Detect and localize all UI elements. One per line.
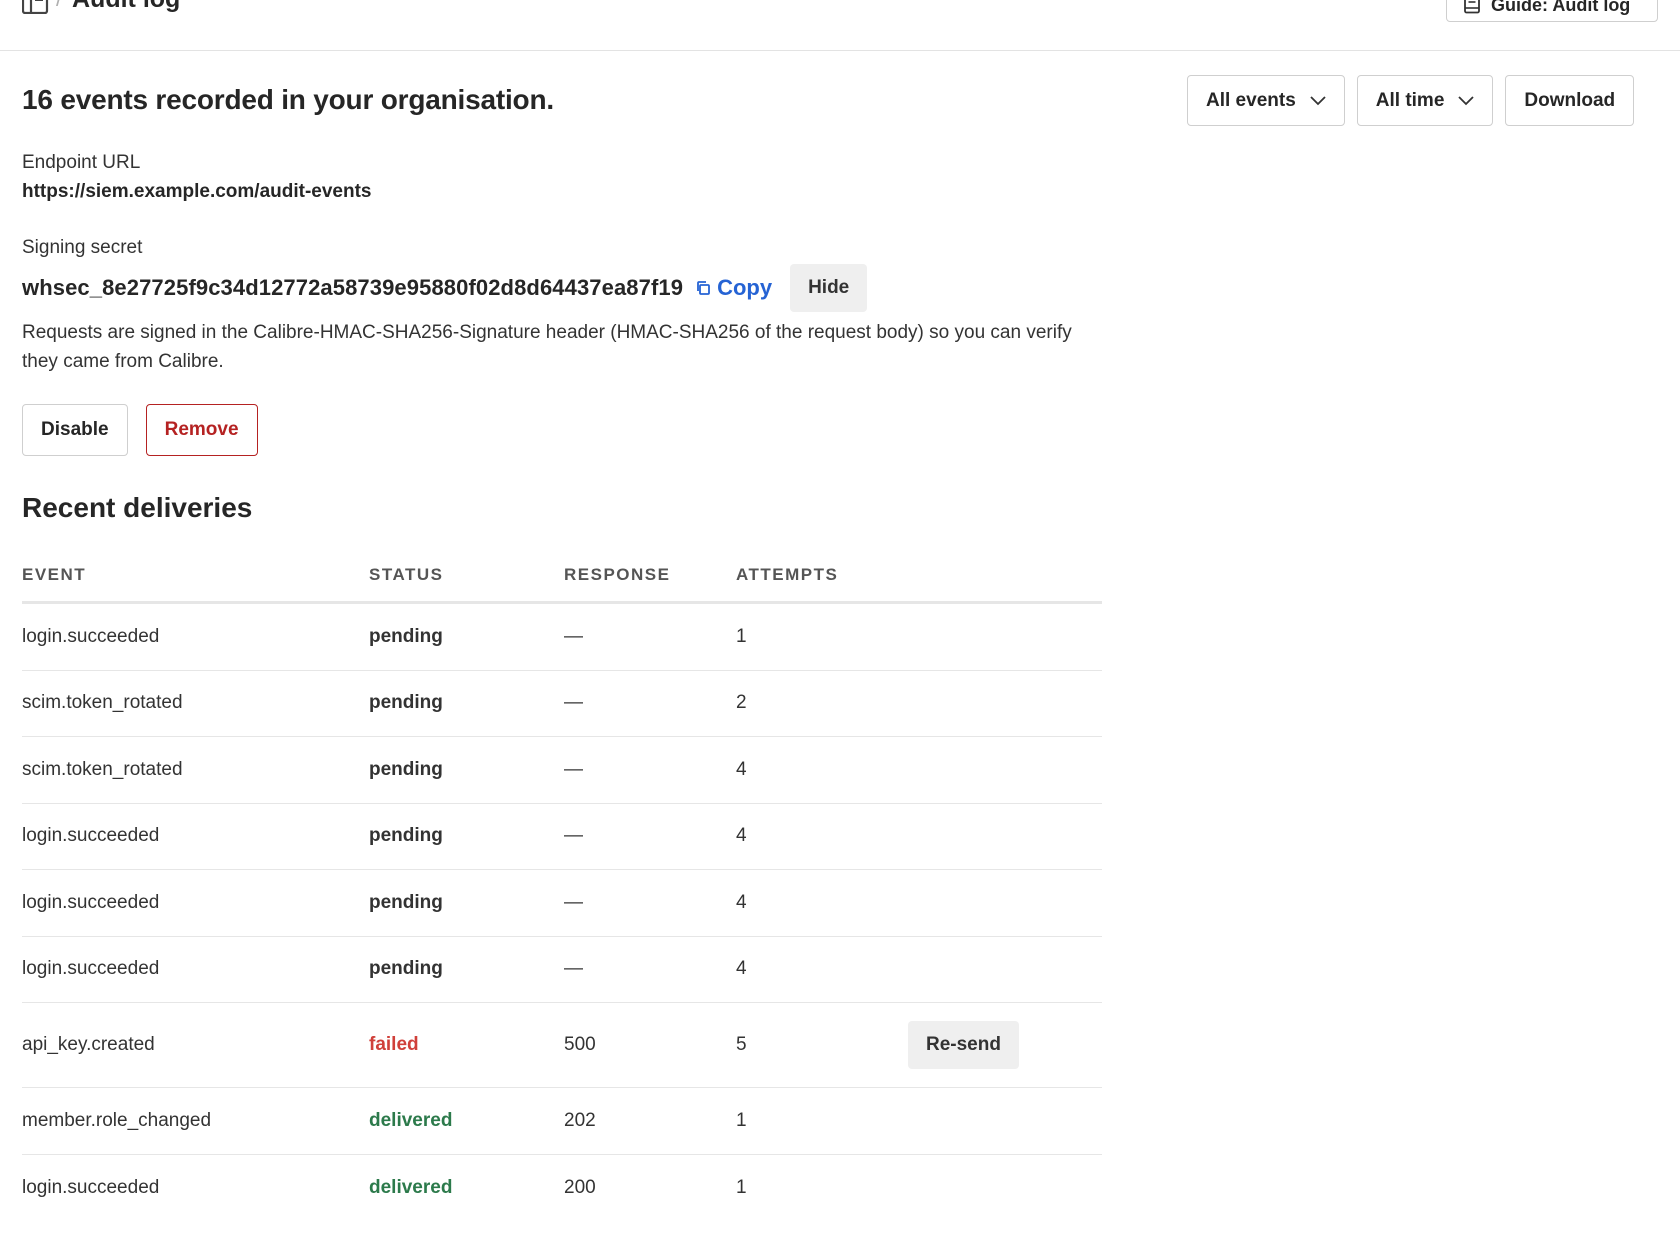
disable-button[interactable]: Disable [22,404,128,456]
chevron-down-icon [1310,95,1326,105]
response-cell: 200 [564,1176,596,1198]
table-row: member.role_changed delivered 202 1 [22,1088,1102,1155]
breadcrumb-separator: / [56,0,62,12]
response-cell: — [564,825,583,847]
endpoint-url-label: Endpoint URL [22,152,141,173]
attempts-cell: 2 [736,692,747,714]
response-cell: 500 [564,1034,596,1055]
event-cell: login.succeeded [22,891,160,913]
status-cell: pending [369,692,443,714]
event-cell: scim.token_rotated [22,692,183,714]
attempts-cell: 5 [736,1034,747,1055]
deliveries-table: EVENT STATUS RESPONSE ATTEMPTS login.suc… [22,548,1102,1221]
response-cell: — [564,958,583,980]
response-cell: 202 [564,1109,596,1131]
table-row: login.succeeded pending — 1 [22,604,1102,671]
signing-secret-label: Signing secret [22,237,143,258]
status-cell: pending [369,625,443,647]
column-header-event: EVENT [22,564,87,584]
attempts-cell: 4 [736,825,747,847]
status-cell: pending [369,825,443,847]
table-row: api_key.created failed 500 5 Re-send [22,1003,1102,1088]
table-row: login.succeeded pending — 4 [22,804,1102,870]
download-button-label: Download [1524,89,1616,111]
column-header-status: STATUS [369,564,444,584]
row-actions: Re-send [908,1021,1102,1069]
event-cell: login.succeeded [22,958,160,980]
time-filter-label: All time [1375,89,1445,111]
remove-button[interactable]: Remove [145,404,258,456]
table-row: login.succeeded pending — 4 [22,870,1102,937]
attempts-cell: 1 [736,1109,747,1131]
attempts-cell: 1 [736,625,747,647]
response-cell: — [564,625,583,647]
recent-deliveries-heading: Recent deliveries [22,492,253,523]
attempts-cell: 4 [736,891,747,913]
endpoint-url-value: https://siem.example.com/audit-events [22,181,372,202]
copy-icon [697,281,710,295]
guide-button-label: Guide: Audit log [1491,0,1631,15]
status-cell: failed [369,1034,419,1055]
status-cell: delivered [369,1109,453,1131]
resend-button[interactable]: Re-send [908,1021,1019,1069]
filter-toolbar: All events All time Download [1187,75,1635,126]
time-filter-dropdown[interactable]: All time [1356,75,1494,126]
table-row: scim.token_rotated pending — 4 [22,737,1102,804]
table-header: EVENT STATUS RESPONSE ATTEMPTS [22,548,1102,604]
copy-secret-link[interactable]: Copy [695,275,772,301]
copy-link-label: Copy [717,275,773,300]
top-bar: / Audit log Guide: Audit log [0,0,1680,51]
table-row: login.succeeded pending — 4 [22,937,1102,1003]
book-icon [1464,0,1480,14]
response-cell: — [564,758,583,780]
attempts-cell: 4 [736,958,747,980]
signing-description: Requests are signed in the Calibre-HMAC-… [22,322,1072,372]
events-summary: 16 events recorded in your organisation. [22,84,554,115]
event-cell: api_key.created [22,1034,155,1055]
chevron-down-icon [1458,95,1475,105]
events-filter-label: All events [1206,89,1296,111]
events-filter-dropdown[interactable]: All events [1187,75,1345,126]
status-cell: pending [369,891,443,913]
hide-secret-button[interactable]: Hide [790,264,868,312]
endpoint-actions: Disable Remove [22,404,258,456]
event-cell: login.succeeded [22,1176,160,1198]
response-cell: — [564,891,583,913]
event-cell: login.succeeded [22,625,160,647]
table-row: login.succeeded delivered 200 1 [22,1155,1102,1222]
signing-secret-row: whsec_8e27725f9c34d12772a58739e95880f02d… [22,264,868,312]
column-header-response: RESPONSE [564,564,671,584]
download-button[interactable]: Download [1505,75,1635,126]
event-cell: member.role_changed [22,1109,212,1131]
attempts-cell: 4 [736,758,747,780]
log-icon [22,0,49,14]
event-cell: scim.token_rotated [22,758,183,780]
page-title: Audit log [72,0,180,14]
signing-secret-value: whsec_8e27725f9c34d12772a58739e95880f02d… [22,275,684,300]
guide-button[interactable]: Guide: Audit log [1446,0,1658,22]
event-cell: login.succeeded [22,825,160,847]
response-cell: — [564,692,583,714]
column-header-attempts: ATTEMPTS [736,564,839,584]
status-cell: pending [369,958,443,980]
attempts-cell: 1 [736,1176,747,1198]
status-cell: delivered [369,1176,453,1198]
status-cell: pending [369,758,443,780]
table-row: scim.token_rotated pending — 2 [22,671,1102,737]
